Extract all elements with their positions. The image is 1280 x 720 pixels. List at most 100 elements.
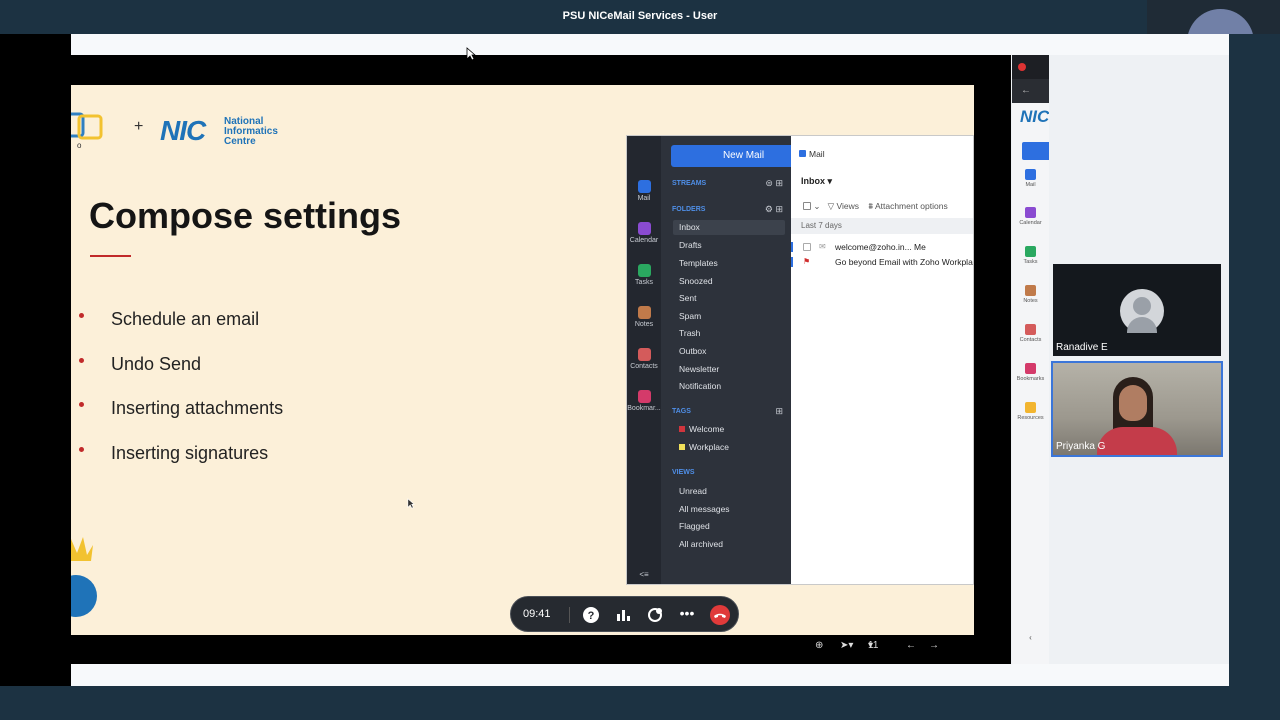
tag-label: Workplace (689, 442, 729, 452)
back-arrow-icon: ← (1021, 85, 1031, 96)
pointer-icon[interactable]: ➤▾ (840, 640, 853, 651)
bullet-item: Inserting signatures (79, 441, 283, 486)
message-toolbar: ⌄ ▽ Views ⩩ Attachment options (803, 201, 948, 212)
side-item-label: Bookmarks (1016, 376, 1045, 382)
calendar-icon (637, 222, 651, 235)
tab-favicon-icon (1018, 63, 1026, 71)
add-tag-icon: ⊞ (775, 406, 783, 416)
title-underline (90, 255, 131, 257)
avatar-placeholder-icon (1120, 289, 1164, 333)
page-selector[interactable]: 11 ▾ (868, 640, 878, 651)
participant-tile-active[interactable]: Priyanka G (1051, 361, 1223, 457)
flag-icon: ⚑ (803, 257, 811, 266)
left-frame (4, 34, 71, 686)
rail-label: Notes (634, 321, 654, 328)
folders-tools-icon: ⚙ ⊞ (764, 204, 783, 214)
rail-label: Mail (637, 195, 651, 202)
tasks-icon (1025, 246, 1036, 257)
date-range-header: Last 7 days (791, 218, 973, 234)
rail-label: Bookmar... (627, 405, 661, 412)
folder-item: Spam (679, 311, 702, 321)
bottom-bar (0, 686, 1280, 720)
next-slide-icon[interactable]: → (929, 640, 939, 651)
page-number: 11 (868, 640, 879, 651)
section-views: VIEWS (672, 469, 695, 476)
folder-item: Sent (679, 293, 697, 303)
tag-color-icon (679, 444, 685, 450)
tab-label: Mail (809, 149, 825, 159)
rail-tasks: Tasks (627, 264, 661, 286)
side-item-notes: Notes (1012, 285, 1049, 304)
presentation-tools: ⊕ ➤▾ 11 ▾ ← → (810, 640, 950, 656)
side-panel-nav: ← (1012, 79, 1049, 103)
tag-color-icon (679, 426, 685, 432)
bookmark-icon (637, 390, 651, 403)
mail-icon (1025, 169, 1036, 180)
mail-tab-icon (799, 150, 806, 157)
presentation-slide: + o NIC National Informatics Centre Comp… (71, 85, 974, 635)
participant-name: Ranadive E (1056, 342, 1108, 353)
rail-contacts: Contacts (627, 348, 661, 370)
rail-bookmarks: Bookmar... (627, 390, 661, 412)
prev-slide-icon[interactable]: ← (906, 640, 916, 651)
end-call-button[interactable] (710, 605, 730, 625)
folder-item: Snoozed (679, 276, 713, 286)
view-item: All messages (679, 504, 730, 514)
bullet-dot-icon (79, 313, 84, 318)
side-item-label: Resources (1017, 415, 1044, 421)
bullet-text: Undo Send (111, 353, 202, 374)
raise-hand-icon[interactable] (645, 605, 665, 625)
message-checkbox (803, 243, 811, 251)
envelope-icon: ✉ (819, 242, 826, 251)
bullet-list: Schedule an email Undo Send Inserting at… (79, 307, 283, 486)
view-item: All archived (679, 539, 723, 549)
side-item-label: Calendar (1019, 220, 1042, 226)
view-item: Unread (679, 486, 707, 496)
rail-calendar: Calendar (627, 222, 661, 244)
help-icon[interactable]: ? (581, 605, 601, 625)
views-label: Views (836, 201, 860, 211)
side-item-label: Notes (1023, 298, 1038, 304)
side-item-label: Tasks (1023, 259, 1038, 265)
tag-item: Workplace (679, 442, 729, 452)
message-row: ✉ welcome@zoho.in... Me (791, 242, 973, 252)
filter-icon: ▽ (827, 201, 835, 211)
more-options-icon[interactable]: ••• (677, 605, 697, 625)
tag-item: Welcome (679, 424, 724, 434)
call-controls: 09:41 ? ••• (510, 596, 739, 632)
zoom-icon[interactable]: ⊕ (815, 640, 823, 651)
bookmark-icon (1025, 363, 1036, 374)
section-folders: FOLDERS (672, 206, 706, 213)
section-streams: STREAMS (672, 180, 707, 187)
resources-icon (1025, 402, 1036, 413)
section-tags: TAGS (672, 408, 691, 415)
view-item: Flagged (679, 521, 710, 531)
bullet-dot-icon (79, 357, 84, 363)
inbox-title: Inbox (801, 176, 825, 186)
folder-item: Outbox (679, 346, 707, 356)
folder-item: Notification (679, 381, 722, 391)
mail-icon (637, 180, 651, 193)
side-panel-logo: NIC (1020, 107, 1049, 126)
calendar-icon (1025, 207, 1036, 218)
side-item-calendar: Calendar (1012, 207, 1049, 226)
app-rail: Mail Calendar Tasks Notes Contacts Bookm… (627, 136, 661, 584)
poll-chart-icon[interactable] (613, 605, 633, 625)
side-item-resources: Resources (1012, 402, 1049, 421)
tag-label: Welcome (689, 424, 725, 434)
folder-item: Drafts (679, 240, 702, 250)
side-item-mail: Mail (1012, 169, 1049, 188)
stage-top-margin (71, 34, 1229, 55)
rail-mail: Mail (627, 180, 661, 202)
select-all-checkbox (803, 202, 811, 210)
bullet-item: Undo Send (79, 352, 283, 397)
nic-logo-word: NIC (160, 115, 206, 146)
tab-mail: Mail (799, 149, 825, 159)
participant-tile[interactable]: Ranadive E (1053, 264, 1221, 356)
logo-small-mark: o (77, 141, 82, 150)
decorative-leaf-icon (71, 537, 93, 561)
folder-pane: New Mail▾ STREAMS ⊜ ⊞ FOLDERS ⚙ ⊞ Inbox … (661, 136, 816, 584)
message-row: ⚑ Go beyond Email with Zoho Workpla (791, 257, 973, 267)
bullet-dot-icon (79, 447, 84, 453)
video-person-body (1097, 427, 1177, 455)
